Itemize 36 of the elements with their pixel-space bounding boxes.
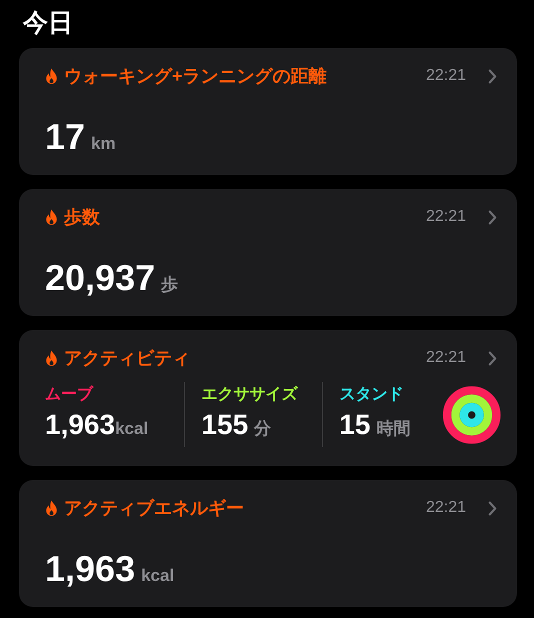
summary-card[interactable]: ウォーキング+ランニングの距離 22:21 17 km xyxy=(19,48,517,175)
metric-label: エクササイズ xyxy=(201,384,299,405)
metric-unit: kcal xyxy=(141,566,174,586)
flame-icon xyxy=(45,350,58,366)
chevron-icon xyxy=(488,210,497,224)
card-title: アクティビティ xyxy=(64,347,191,370)
page-heading: 今日 xyxy=(22,8,74,39)
metric-value: 15 xyxy=(339,409,370,441)
timestamp: 22:21 xyxy=(426,208,466,226)
chevron-icon xyxy=(488,68,497,84)
card-title: ウォーキング+ランニングの距離 xyxy=(64,65,328,88)
chevron-icon xyxy=(488,500,497,516)
flame-icon xyxy=(45,500,58,516)
metric-label: ムーブ xyxy=(45,384,95,405)
flame-icon xyxy=(45,68,58,84)
summary-card[interactable]: 歩数 22:21 20,937 歩 xyxy=(19,189,517,316)
metric-unit: 分 xyxy=(254,418,272,440)
metric-value: 155 xyxy=(201,409,248,441)
summary-card[interactable]: アクティビティ 22:21 ムーブ 1,963kcal エクササイズ 155 分 スタンド 15 時間 xyxy=(19,330,517,466)
metric-value: 20,937 xyxy=(45,257,156,299)
metric-unit: km xyxy=(91,134,116,154)
timestamp: 22:21 xyxy=(426,349,466,367)
timestamp: 22:21 xyxy=(426,499,466,517)
metric-unit: 歩 xyxy=(161,274,178,296)
card-title: 歩数 xyxy=(64,206,101,229)
card-title: アクティブエネルギー xyxy=(64,497,245,520)
flame-icon xyxy=(45,208,58,226)
metric-unit: kcal xyxy=(115,419,148,439)
metric-unit: 時間 xyxy=(376,418,410,440)
summary-card[interactable]: アクティブエネルギー 22:21 1,963 kcal xyxy=(19,480,517,607)
metric-value: 1,963 xyxy=(45,548,136,590)
metric-value: 17 xyxy=(45,116,86,158)
metric-label: スタンド xyxy=(339,385,404,405)
metric-value: 1,963 xyxy=(45,409,116,441)
timestamp: 22:21 xyxy=(426,67,466,85)
chevron-icon xyxy=(488,350,497,366)
